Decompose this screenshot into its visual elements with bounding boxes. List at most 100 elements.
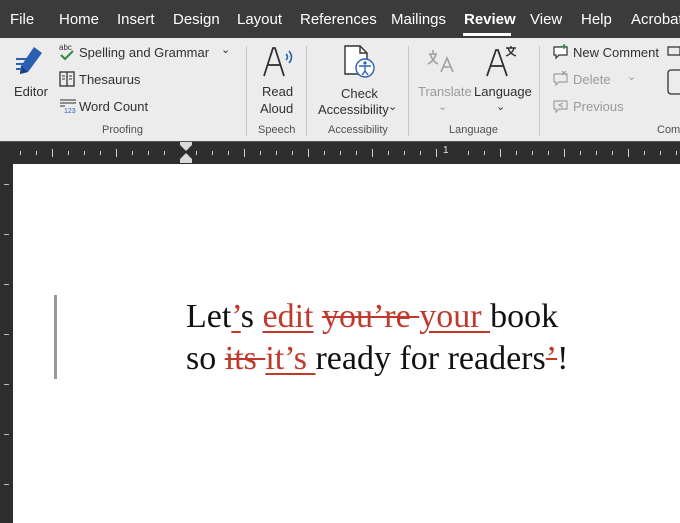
vruler-tick bbox=[4, 484, 9, 485]
previous-comment-icon bbox=[553, 100, 568, 114]
ruler-tick bbox=[628, 149, 629, 157]
ruler-tick bbox=[404, 151, 405, 155]
ruler-tick bbox=[500, 149, 501, 157]
deleted-text: ’ bbox=[545, 340, 558, 377]
show-comments-icon bbox=[667, 69, 680, 95]
new-comment-label: New Comment bbox=[573, 45, 659, 60]
ruler-tick bbox=[484, 151, 485, 155]
ruler-tick bbox=[244, 149, 245, 157]
inserted-text: it’s bbox=[265, 340, 316, 377]
inserted-text: ’ bbox=[231, 298, 241, 335]
editor-pen-icon bbox=[16, 47, 42, 74]
tab-acrobat[interactable]: Acrobat bbox=[631, 11, 680, 28]
spelling-icon-text: abc bbox=[59, 43, 72, 52]
read-aloud-label-2: Aloud bbox=[260, 101, 294, 116]
read-aloud-button[interactable]: Read Aloud bbox=[255, 42, 301, 116]
vruler-tick bbox=[4, 234, 9, 235]
delete-comment-button[interactable]: Delete ⌄ bbox=[550, 70, 650, 90]
previous-comment-button[interactable]: Previous bbox=[550, 97, 650, 117]
document-line-1[interactable]: Let’s edit you’re your book bbox=[186, 298, 558, 336]
tab-home[interactable]: Home bbox=[59, 11, 99, 28]
ruler-tick bbox=[68, 151, 69, 155]
active-tab-indicator bbox=[463, 33, 511, 36]
ruler-tick bbox=[292, 151, 293, 155]
word-count-icon-text: 123 bbox=[64, 108, 76, 114]
new-comment-icon bbox=[553, 44, 568, 60]
tab-review[interactable]: Review bbox=[464, 11, 516, 28]
chevron-down-icon: ⌄ bbox=[438, 101, 448, 113]
read-aloud-icon bbox=[263, 47, 293, 77]
proofing-group-label: Proofing bbox=[102, 124, 143, 136]
tab-layout[interactable]: Layout bbox=[237, 11, 282, 28]
deleted-text: you’re bbox=[321, 298, 420, 335]
text-run: s bbox=[240, 298, 263, 335]
word-count-button[interactable]: 123 Word Count bbox=[57, 97, 167, 117]
inserted-text: your bbox=[419, 298, 491, 335]
document-page[interactable]: Let’s edit you’re your book so its it’s … bbox=[13, 164, 680, 523]
check-accessibility-button[interactable]: Check Accessibility ⌄ bbox=[314, 42, 400, 117]
ruler-tick bbox=[580, 151, 581, 155]
indent-marker-icon[interactable] bbox=[179, 141, 193, 164]
tab-view[interactable]: View bbox=[530, 11, 562, 28]
word-count-label: Word Count bbox=[79, 99, 149, 114]
vruler-tick bbox=[4, 284, 9, 285]
ruler-tick bbox=[100, 151, 101, 155]
ruler-tick bbox=[340, 151, 341, 155]
ruler-tick bbox=[372, 149, 373, 157]
ruler-tick bbox=[436, 149, 437, 157]
vruler-tick bbox=[4, 334, 9, 335]
language-icon bbox=[486, 46, 517, 77]
ruler-tick bbox=[532, 151, 533, 155]
ruler-tick bbox=[132, 151, 133, 155]
translate-label: Translate bbox=[418, 84, 472, 99]
delete-comment-label: Delete bbox=[573, 72, 611, 87]
translate-icon bbox=[427, 50, 454, 73]
tab-help[interactable]: Help bbox=[581, 11, 612, 28]
document-line-2[interactable]: so its it’s ready for readers’! bbox=[186, 340, 568, 378]
ruler-tick bbox=[116, 149, 117, 157]
ruler-tick bbox=[356, 151, 357, 155]
previous-comment-label: Previous bbox=[573, 99, 624, 114]
chevron-down-icon: ⌄ bbox=[221, 44, 231, 56]
vruler-tick bbox=[4, 434, 9, 435]
horizontal-ruler[interactable]: 1 bbox=[0, 141, 680, 164]
ruler-tick bbox=[612, 151, 613, 155]
vertical-ruler bbox=[0, 164, 13, 523]
translate-button[interactable]: Translate ⌄ bbox=[415, 42, 472, 114]
text-run bbox=[313, 298, 322, 335]
delete-comment-icon bbox=[553, 71, 568, 87]
ruler-tick bbox=[84, 151, 85, 155]
text-run: book bbox=[490, 298, 559, 335]
tab-file[interactable]: File bbox=[10, 11, 34, 28]
chevron-down-icon: ⌄ bbox=[496, 101, 506, 113]
editor-button[interactable]: Editor bbox=[8, 42, 52, 104]
thesaurus-button[interactable]: Thesaurus bbox=[57, 70, 167, 90]
tab-references[interactable]: References bbox=[300, 11, 377, 28]
ruler-tick bbox=[676, 151, 677, 155]
ribbon: Editor abc Spelling and Grammar ⌄ Thesau… bbox=[0, 38, 680, 141]
ruler-tick bbox=[308, 149, 309, 157]
ruler-tick bbox=[596, 151, 597, 155]
editor-label: Editor bbox=[14, 84, 48, 99]
tab-design[interactable]: Design bbox=[173, 11, 220, 28]
tab-insert[interactable]: Insert bbox=[117, 11, 155, 28]
group-separator bbox=[306, 46, 307, 136]
chevron-down-icon: ⌄ bbox=[388, 101, 398, 113]
vruler-tick bbox=[4, 184, 9, 185]
tab-mailings[interactable]: Mailings bbox=[391, 11, 446, 28]
accessibility-check-icon bbox=[344, 45, 375, 78]
chevron-down-icon: ⌄ bbox=[627, 71, 637, 83]
ruler-tick bbox=[36, 151, 37, 155]
spelling-grammar-button[interactable]: abc Spelling and Grammar ⌄ bbox=[57, 43, 237, 63]
new-comment-button[interactable]: New Comment bbox=[550, 43, 662, 63]
next-comment-button[interactable] bbox=[666, 43, 680, 63]
group-separator bbox=[246, 46, 247, 136]
language-button[interactable]: Language ⌄ bbox=[472, 42, 532, 114]
ruler-tick bbox=[260, 151, 261, 155]
group-separator bbox=[408, 46, 409, 136]
comments-group-label: Com bbox=[657, 124, 680, 136]
spelling-label: Spelling and Grammar bbox=[79, 45, 210, 60]
show-comments-button[interactable] bbox=[666, 68, 680, 96]
ruler-tick bbox=[148, 151, 149, 155]
ruler-tick bbox=[548, 151, 549, 155]
